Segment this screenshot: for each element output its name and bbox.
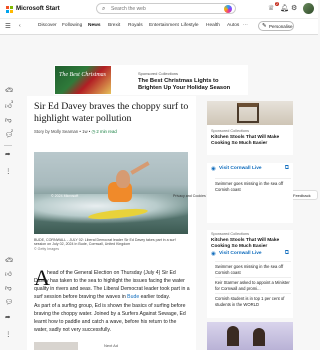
photo-caption: BUDE, CORNWALL - JULY 02: Liberal Democr… [34,238,184,251]
article-body: head of the General Election on Thursday… [34,270,190,335]
ad-image: The Best Christmas [55,66,111,94]
article-headline: Sir Ed Davey braves the choppy surf to h… [34,101,189,124]
nav-bar: ☰ ‹ Discover Following News Brexit Royal… [0,18,318,35]
photo-person [253,328,265,346]
live-item-text: Keir Starmer asked to appoint a Minister… [215,280,290,291]
car-icon[interactable]: 🚗︎ [5,86,13,94]
car-icon[interactable]: 🚗︎ [5,256,13,264]
comment-count: 2 [11,129,14,133]
like-count: 3 [11,100,14,104]
microsoft-logo-icon[interactable] [6,6,13,13]
bude-link[interactable]: Bude [127,294,139,300]
nav-brexit[interactable]: Brexit [108,23,120,28]
nav-entertainment[interactable]: Entertainment [149,23,179,28]
avatar[interactable] [303,3,314,14]
search-input[interactable] [111,5,211,13]
para1-end: earlier today. [140,293,170,300]
sponsored-label: Sponsored Collections [211,129,249,133]
nav-royals[interactable]: Royals [128,23,143,28]
paragraph-2: As part of a surfing group, Ed is shown … [34,303,186,333]
nav-lifestyle[interactable]: Lifestyle [181,23,199,28]
nav-following[interactable]: Following [62,23,82,28]
live-item[interactable]: Cornish student is in top 1 per cent of … [215,293,291,307]
news-source-icon: ◉ [211,251,216,257]
menu-icon[interactable]: ☰ [5,22,11,30]
author-line[interactable]: Story by Molly Seaman • 1w • [34,129,90,134]
caption-text: BUDE, CORNWALL - JULY 02: Liberal Democr… [34,238,176,247]
copilot-icon[interactable] [224,5,232,13]
nav-news[interactable]: News [88,23,101,28]
live-item[interactable]: Swimmer goes missing in the sea off Corn… [215,261,291,275]
photo-person [116,170,130,188]
feedback-label: Feedback [293,193,311,198]
stool-shape [237,103,259,123]
ad-image-text: The Best Christmas [59,72,107,78]
nav-health[interactable]: Health [206,23,220,28]
more-icon[interactable]: ⋮ [5,330,12,338]
search-icon: ⌕ [102,6,106,12]
live-item[interactable]: Keir Starmer asked to appoint a Minister… [215,277,291,291]
next-ad-label: Next Ad [104,343,119,348]
cornwall-live-card-1: ◉ Visit Cornwall Live ⧉ Swimmer goes mis… [207,163,293,223]
top-bar: Microsoft Start ⌕ ♕ 2 🔔︎ ⚙ [0,0,318,18]
like-icon[interactable]: 👍︎ [5,270,12,278]
source-link[interactable]: Visit Cornwall Live [219,251,262,256]
right-ad-card-1[interactable]: Sponsored Collections Kitchen Stools Tha… [207,101,293,155]
photo-arm [130,161,150,175]
ad-title: Kitchen Stools That Will Make Cooking So… [211,135,280,146]
ad-sponsored-label: Sponsored Collections [138,71,179,76]
next-ad-image [34,342,78,350]
brand-name[interactable]: Microsoft Start [16,5,60,12]
paragraph-1: head of the General Election on Thursday… [34,270,190,301]
source-link[interactable]: Visit Cornwall Live [219,166,262,171]
photo-credit: © 2024 Microsoft [51,194,79,198]
live-item-text: Cornish student is in top 1 per cent of … [215,296,285,307]
read-time-icon: ◷ [91,129,96,134]
external-link-icon[interactable]: ⧉ [285,250,289,257]
nav-autos[interactable]: Autos [227,23,239,28]
sponsored-label: Sponsored Collections [211,232,249,236]
share-icon[interactable]: ➦ [5,313,10,321]
chevron-left-icon[interactable]: ‹ [19,23,21,29]
rail-divider [4,145,12,146]
article-photo[interactable]: © 2024 Microsoft [34,152,188,234]
reward-icon[interactable]: ♕ [268,4,274,12]
caption-credit: © Getty Images [34,246,60,251]
gear-icon[interactable]: ⚙ [291,4,297,12]
share-icon[interactable]: ➦ [5,150,10,158]
read-time: 2 min read [96,129,117,134]
next-ad-card[interactable]: Next Ad [34,342,190,350]
external-link-icon[interactable]: ⧉ [285,165,289,172]
dislike-icon[interactable]: 👎︎ [5,116,12,124]
article-byline: Story by Molly Seaman • 1w • ◷ 2 min rea… [34,129,117,135]
cornwall-live-card-2: ◉ Visit Cornwall Live ⧉ Swimmer goes mis… [207,248,293,318]
search-box[interactable]: ⌕ [96,3,236,14]
stool-image [207,101,293,125]
dislike-icon[interactable]: 👎︎ [5,284,12,292]
news-source-icon: ◉ [211,166,216,172]
nav-more[interactable]: ··· [243,23,248,28]
pencil-icon: ✎ [262,23,267,29]
rewards-badge: 2 [275,2,279,6]
bell-icon[interactable]: 🔔︎ [280,4,289,12]
live-item-text: Swimmer goes missing in the sea off Corn… [215,181,284,192]
comment-icon[interactable]: 💬︎ [5,298,13,306]
nav-discover[interactable]: Discover [38,23,57,28]
live-item[interactable]: Swimmer goes missing in the sea off Corn… [215,178,291,192]
personalise-button[interactable]: ✎ Personalise [258,21,294,31]
top-ad-banner[interactable]: The Best Christmas Sponsored Collections… [54,65,248,95]
live-item-text: Swimmer goes missing in the sea off Corn… [215,264,284,275]
photo-person [227,326,239,346]
more-icon[interactable]: ⋮ [5,167,12,175]
personalise-label: Personalise [269,24,293,29]
ad-title[interactable]: The Best Christmas Lights to Brighten Up… [138,78,243,92]
right-image-card[interactable] [207,322,293,350]
privacy-link[interactable]: Privacy and Cookies [173,194,206,198]
